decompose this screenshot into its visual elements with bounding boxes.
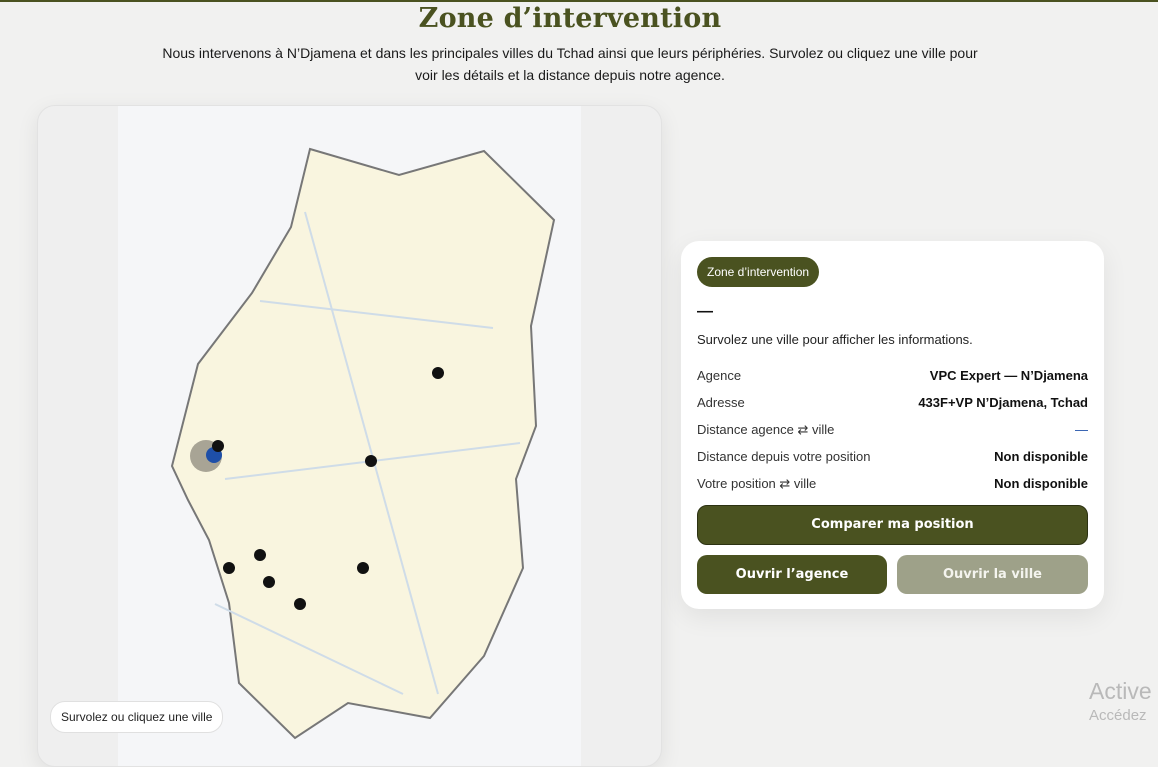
info-value: 433F+VP N’Djamena, Tchad bbox=[918, 395, 1088, 410]
city-dot[interactable] bbox=[432, 367, 444, 379]
map-card: Survolez ou cliquez une ville bbox=[37, 105, 662, 767]
chad-map[interactable] bbox=[38, 106, 661, 766]
info-row-user-distance: Distance depuis votre position Non dispo… bbox=[697, 443, 1088, 470]
open-agency-button[interactable]: Ouvrir l’agence bbox=[697, 555, 887, 594]
page-title: Zone d’intervention bbox=[418, 3, 722, 34]
info-row-agency: Agence VPC Expert — N’Djamena bbox=[697, 362, 1088, 389]
windows-activation-watermark: Active Accédez bbox=[1089, 678, 1152, 724]
watermark-line-1: Active bbox=[1089, 678, 1152, 704]
selected-city-name: — bbox=[697, 303, 713, 320]
open-city-button[interactable]: Ouvrir la ville bbox=[897, 555, 1088, 594]
zone-badge: Zone d’intervention bbox=[697, 257, 820, 287]
info-row-agency-distance: Distance agence ⇄ ville — bbox=[697, 416, 1088, 443]
info-label: Distance agence ⇄ ville bbox=[697, 421, 835, 437]
watermark-line-2: Accédez bbox=[1089, 707, 1147, 724]
hover-hint: Survolez une ville pour afficher les inf… bbox=[697, 332, 973, 347]
info-label: Votre position ⇄ ville bbox=[697, 475, 817, 491]
chad-territory[interactable] bbox=[170, 147, 556, 740]
info-value: Non disponible bbox=[994, 449, 1088, 464]
info-value: Non disponible bbox=[994, 476, 1088, 491]
info-value: — bbox=[1075, 422, 1088, 437]
city-dot[interactable] bbox=[223, 562, 235, 574]
intro-text: Nous intervenons à N’Djamena et dans les… bbox=[162, 45, 978, 83]
city-dot[interactable] bbox=[357, 562, 369, 574]
info-label: Adresse bbox=[697, 395, 745, 410]
city-dot[interactable] bbox=[254, 549, 266, 561]
city-dot[interactable] bbox=[263, 576, 275, 588]
info-label: Agence bbox=[697, 368, 742, 383]
top-rule bbox=[0, 0, 1158, 2]
info-label: Distance depuis votre position bbox=[697, 449, 871, 464]
city-info-card: Zone d’intervention — Survolez une ville… bbox=[681, 241, 1104, 609]
map-hint: Survolez ou cliquez une ville bbox=[50, 701, 224, 733]
city-dot[interactable] bbox=[294, 598, 306, 610]
info-row-user-city: Votre position ⇄ ville Non disponible bbox=[697, 470, 1088, 497]
info-rows: Agence VPC Expert — N’Djamena Adresse 43… bbox=[697, 362, 1088, 497]
info-value: VPC Expert — N’Djamena bbox=[929, 368, 1088, 383]
info-row-address: Adresse 433F+VP N’Djamena, Tchad bbox=[697, 389, 1088, 416]
compare-position-button[interactable]: Comparer ma position bbox=[697, 505, 1088, 545]
city-dot[interactable] bbox=[365, 455, 377, 467]
city-dot[interactable] bbox=[212, 440, 224, 452]
